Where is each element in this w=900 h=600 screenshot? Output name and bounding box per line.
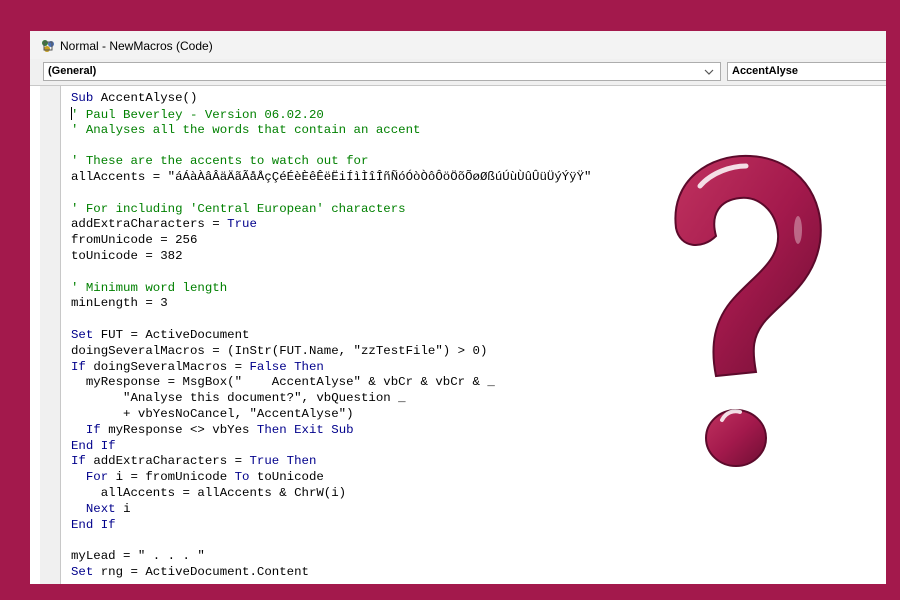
code-token: toUnicode xyxy=(256,470,324,485)
code-keyword: End If xyxy=(71,438,116,453)
code-token: myResponse = MsgBox(" AccentAlyse" & vbC… xyxy=(71,375,495,390)
code-line[interactable]: myResponse = MsgBox(" AccentAlyse" & vbC… xyxy=(71,375,592,391)
code-comment: ' Analyses all the words that contain an… xyxy=(71,122,421,137)
code-keyword: Set xyxy=(71,564,101,579)
code-toolbar: (General) AccentAlyse xyxy=(30,59,886,86)
code-comment: ' These are the accents to watch out for xyxy=(71,154,369,169)
code-keyword: Then Exit Sub xyxy=(256,422,354,437)
code-token: allAccents = allAccents & ChrW(i) xyxy=(71,485,347,500)
code-line[interactable] xyxy=(71,186,592,202)
code-token: myLead = " . . . " xyxy=(71,549,205,564)
code-token: doingSeveralMacros = xyxy=(93,359,250,374)
code-line[interactable]: End If xyxy=(71,439,592,455)
code-line[interactable]: End If xyxy=(71,518,592,534)
code-token: i xyxy=(123,501,131,516)
code-line[interactable]: addExtraCharacters = True xyxy=(71,217,592,233)
editor-margin[interactable] xyxy=(40,86,61,584)
code-line[interactable]: Set rng = ActiveDocument.Content xyxy=(71,565,592,581)
object-dropdown-value: (General) xyxy=(48,65,97,77)
code-line[interactable]: ' For including 'Central European' chara… xyxy=(71,202,592,218)
chevron-down-icon[interactable] xyxy=(704,68,714,76)
code-comment: ' For including 'Central European' chara… xyxy=(71,201,406,216)
code-line[interactable]: + vbYesNoCancel, "AccentAlyse") xyxy=(71,407,592,423)
code-keyword: If xyxy=(71,359,94,374)
code-token: addExtraCharacters = xyxy=(93,454,250,469)
code-keyword: True Then xyxy=(249,454,317,469)
code-keyword: If xyxy=(71,454,94,469)
code-token: + vbYesNoCancel, "AccentAlyse") xyxy=(71,406,354,421)
code-keyword: To xyxy=(234,470,257,485)
code-line[interactable]: fromUnicode = 256 xyxy=(71,233,592,249)
code-line[interactable] xyxy=(71,265,592,281)
code-line[interactable] xyxy=(71,533,592,549)
code-keyword: If xyxy=(71,422,109,437)
code-line[interactable]: allAccents = allAccents & ChrW(i) xyxy=(71,486,592,502)
code-line[interactable] xyxy=(71,312,592,328)
procedure-dropdown[interactable]: AccentAlyse xyxy=(727,62,886,81)
code-line[interactable]: minLength = 3 xyxy=(71,296,592,312)
code-line[interactable]: If myResponse <> vbYes Then Exit Sub xyxy=(71,423,592,439)
code-line[interactable]: For i = fromUnicode To toUnicode xyxy=(71,470,592,486)
code-line[interactable]: ' Paul Beverley - Version 06.02.20 xyxy=(71,106,592,123)
code-line[interactable]: If doingSeveralMacros = False Then xyxy=(71,360,592,376)
code-token: allAccents = "áÁàÀâÂäÄãÃåÅçÇéÉèÈêÊëËiÍìÌ… xyxy=(71,169,592,184)
code-keyword: True xyxy=(227,217,257,232)
code-line[interactable]: myLead = " . . . " xyxy=(71,549,592,565)
code-token: doingSeveralMacros = (InStr(FUT.Name, "z… xyxy=(71,343,488,358)
code-line[interactable]: ' Analyses all the words that contain an… xyxy=(71,123,592,139)
procedure-dropdown-value: AccentAlyse xyxy=(732,65,799,77)
code-line[interactable]: ' Minimum word length xyxy=(71,281,592,297)
code-token: "Analyse this document?", vbQuestion _ xyxy=(71,391,406,406)
code-token: fromUnicode = 256 xyxy=(71,233,198,248)
code-line[interactable]: "Analyse this document?", vbQuestion _ xyxy=(71,391,592,407)
code-keyword: Sub xyxy=(71,91,101,105)
code-line[interactable]: Next i xyxy=(71,502,592,518)
code-token: toUnicode = 382 xyxy=(71,248,183,263)
code-line[interactable]: toUnicode = 382 xyxy=(71,249,592,265)
vba-macro-icon xyxy=(42,40,54,52)
code-line[interactable]: Sub AccentAlyse() xyxy=(71,91,592,107)
code-line[interactable]: If addExtraCharacters = True Then xyxy=(71,454,592,470)
code-keyword: Next xyxy=(71,501,124,516)
code-line[interactable]: Set FUT = ActiveDocument xyxy=(71,328,592,344)
code-text[interactable]: Sub AccentAlyse() ' Paul Beverley - Versi… xyxy=(71,91,592,581)
code-token: AccentAlyse() xyxy=(100,91,198,105)
code-comment: ' Paul Beverley - Version 06.02.20 xyxy=(71,107,324,122)
code-line[interactable]: ' These are the accents to watch out for xyxy=(71,154,592,170)
code-token: myResponse <> vbYes xyxy=(108,422,257,437)
code-keyword: Set xyxy=(71,327,101,342)
code-keyword: False Then xyxy=(249,359,324,374)
code-token: addExtraCharacters = xyxy=(71,217,228,232)
code-line[interactable]: doingSeveralMacros = (InStr(FUT.Name, "z… xyxy=(71,344,592,360)
code-token: i = fromUnicode xyxy=(115,470,235,485)
object-dropdown[interactable]: (General) xyxy=(43,62,721,81)
code-token: rng = ActiveDocument.Content xyxy=(100,564,309,579)
code-keyword: End If xyxy=(71,517,116,532)
code-token: minLength = 3 xyxy=(71,296,168,311)
title-bar: Normal - NewMacros (Code) xyxy=(30,31,886,60)
code-line[interactable]: allAccents = "áÁàÀâÂäÄãÃåÅçÇéÉèÈêÊëËiÍìÌ… xyxy=(71,170,592,186)
code-comment: ' Minimum word length xyxy=(71,280,228,295)
window-title: Normal - NewMacros (Code) xyxy=(60,39,213,53)
code-line[interactable] xyxy=(71,138,592,154)
code-keyword: For xyxy=(71,470,116,485)
code-token: FUT = ActiveDocument xyxy=(100,327,250,342)
question-mark-icon xyxy=(674,154,822,467)
